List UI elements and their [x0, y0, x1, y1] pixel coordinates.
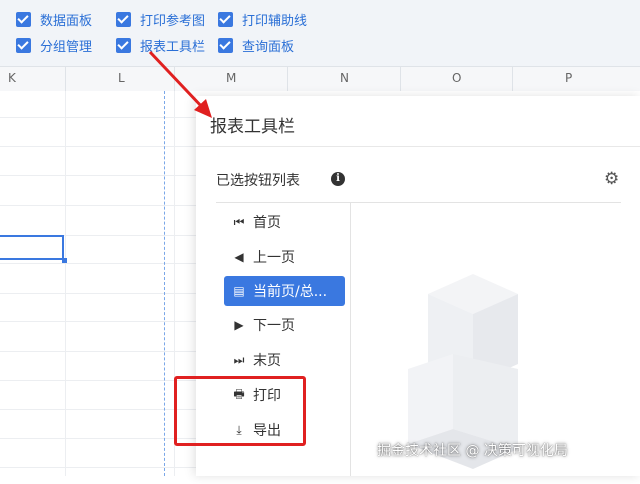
- annotation-arrow: [148, 50, 212, 118]
- watermark: 掘金技术社区 @ 决策可视化局: [377, 443, 568, 459]
